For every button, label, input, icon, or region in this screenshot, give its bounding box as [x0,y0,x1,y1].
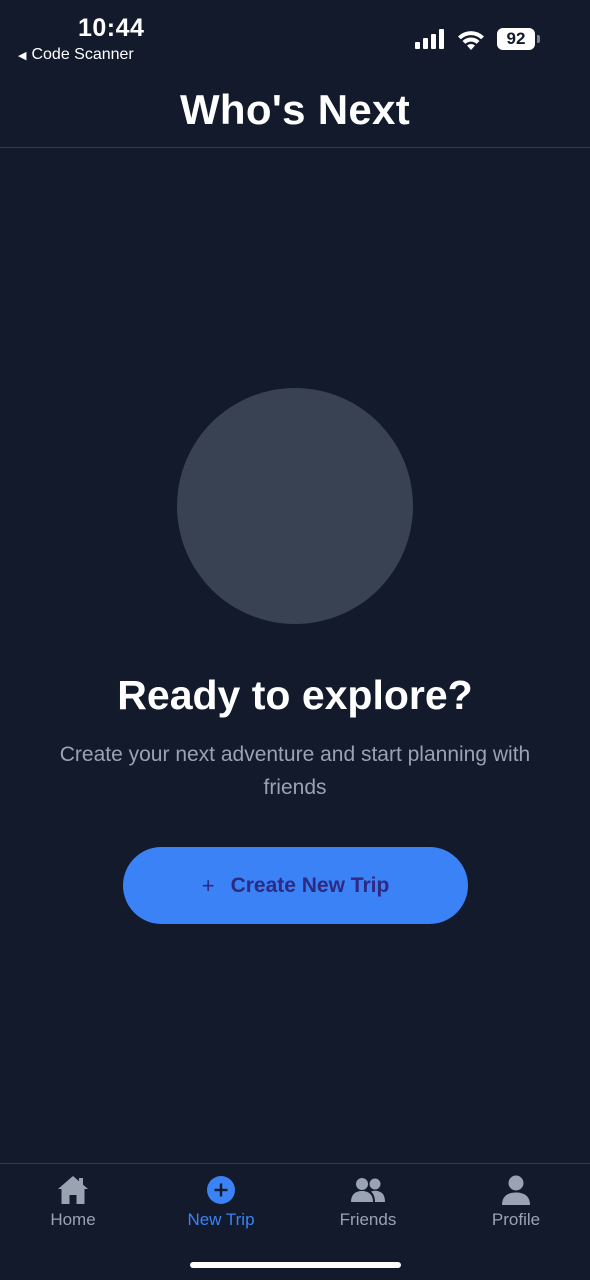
battery-tip [537,35,540,43]
create-new-trip-button[interactable]: + Create New Trip [123,847,468,924]
plus-circle-icon [207,1176,235,1204]
friends-icon [351,1178,385,1202]
plus-icon: + [201,872,215,898]
page-title: Who's Next [179,85,410,133]
wifi-icon [458,30,484,50]
status-icons: 92 [415,28,540,50]
empty-state-title: Ready to explore? [117,672,473,718]
tab-friends[interactable]: Friends [313,1172,423,1236]
screen: 10:44 ◀ Code Scanner 92 Who's Next Ready… [0,0,590,1280]
home-indicator[interactable] [190,1262,401,1268]
empty-state-illustration [177,388,413,624]
status-time: 10:44 [78,14,145,42]
tab-friends-label: Friends [339,1210,397,1229]
tab-new-trip-label: New Trip [187,1210,255,1229]
tab-profile[interactable]: Profile [461,1172,571,1236]
battery-icon: 92 [497,28,540,50]
person-icon [502,1175,530,1205]
back-triangle-icon: ◀ [18,49,27,62]
battery-level: 92 [497,28,535,50]
app-header: Who's Next [0,72,590,148]
home-icon [58,1176,88,1204]
tab-home[interactable]: Home [18,1172,128,1236]
tab-new-trip[interactable]: New Trip [166,1172,276,1236]
back-to-app-link[interactable]: ◀ Code Scanner [18,46,134,64]
create-new-trip-label: Create New Trip [230,873,390,897]
tab-home-label: Home [50,1210,96,1229]
empty-state-description: Create your next adventure and start pla… [59,743,531,799]
cellular-signal-icon [415,29,444,49]
tab-profile-label: Profile [491,1210,541,1229]
back-app-label: Code Scanner [31,46,134,63]
status-bar: 10:44 ◀ Code Scanner 92 [0,0,590,72]
